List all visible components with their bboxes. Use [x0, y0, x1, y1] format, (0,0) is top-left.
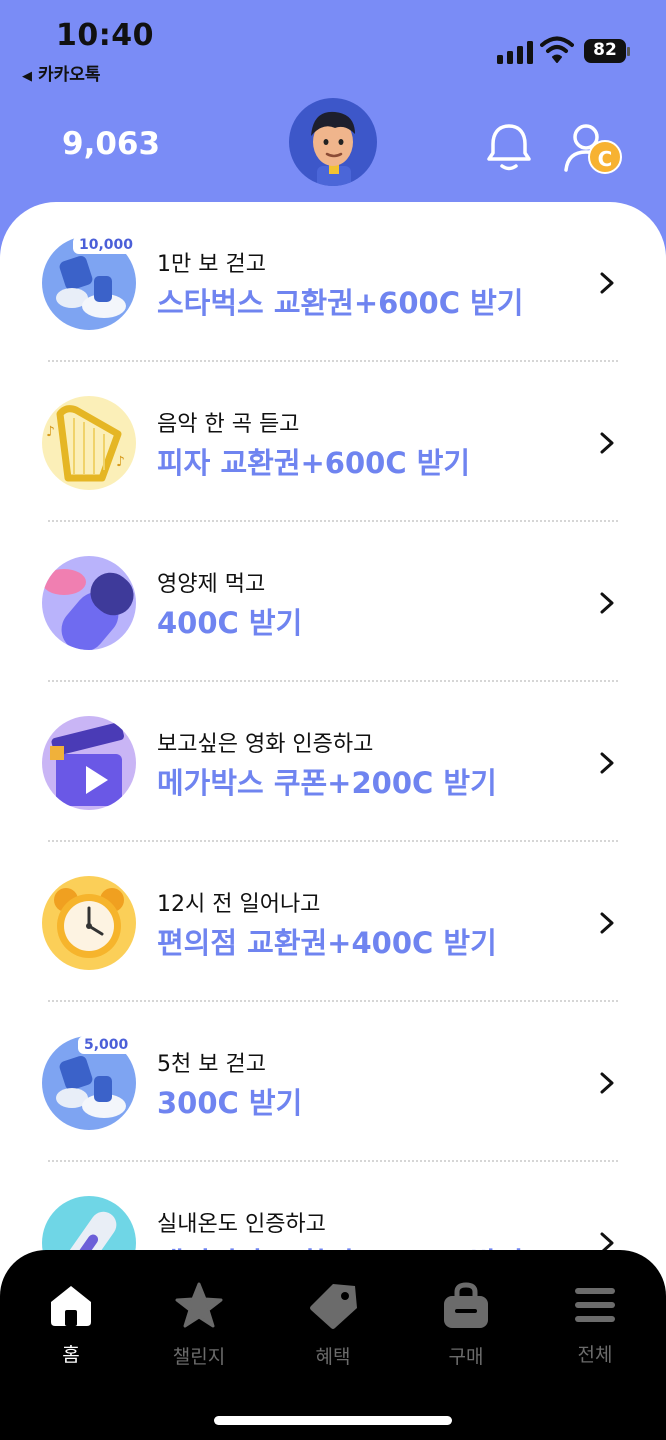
nav-label: 혜택: [315, 1346, 351, 1368]
battery-level: 82: [593, 40, 617, 60]
chevron-right-icon: [600, 592, 614, 614]
alarm-clock-icon: [42, 876, 136, 970]
nav-item-home[interactable]: 홈: [16, 1282, 126, 1367]
home-indicator[interactable]: [214, 1416, 452, 1425]
nav-item-all[interactable]: 전체: [540, 1282, 650, 1367]
step-goal-badge: 10,000: [73, 236, 140, 254]
chevron-right-icon: [600, 752, 614, 774]
chevron-right-icon: [600, 272, 614, 294]
nav-label: 전체: [577, 1344, 613, 1366]
mission-reward: 메가박스 쿠폰+200C 받기: [157, 766, 497, 800]
mission-title: 5천 보 걷고: [157, 1052, 266, 1077]
clapperboard-icon: [42, 716, 136, 810]
step-goal-badge: 5,000: [78, 1036, 135, 1054]
profile-button[interactable]: C: [562, 122, 622, 174]
chevron-right-icon: [600, 912, 614, 934]
mission-title: 1만 보 걷고: [157, 252, 266, 277]
mission-item-wakeup[interactable]: 12시 전 일어나고 편의점 교환권+400C 받기: [0, 842, 666, 1002]
mission-reward: 400C 받기: [157, 606, 303, 640]
svg-text:♪: ♪: [116, 454, 125, 470]
mission-item-walk-10000[interactable]: 10,000 1만 보 걷고 스타벅스 교환권+600C 받기: [0, 202, 666, 362]
mission-item-supplement[interactable]: 영양제 먹고 400C 받기: [0, 522, 666, 682]
nav-label: 구매: [448, 1346, 484, 1368]
chevron-right-icon: [600, 1072, 614, 1094]
status-bar: 10:40 ◀ 카카오톡 82: [0, 0, 666, 90]
back-app-label: 카카오톡: [38, 65, 101, 85]
mission-item-walk-5000[interactable]: 5,000 5천 보 걷고 300C 받기: [0, 1002, 666, 1162]
mission-list: 10,000 1만 보 걷고 스타벅스 교환권+600C 받기 ♪ ♪ 음악 한…: [0, 202, 666, 1302]
home-icon: [51, 1286, 91, 1326]
svg-text:♪: ♪: [46, 424, 55, 440]
mission-title: 영양제 먹고: [157, 572, 266, 597]
coin-badge: C: [588, 140, 622, 174]
cellular-signal-icon: [497, 40, 533, 64]
mission-title: 실내온도 인증하고: [157, 1212, 326, 1237]
nav-item-benefits[interactable]: 혜택: [278, 1282, 388, 1369]
menu-icon: [575, 1288, 615, 1322]
star-icon: [175, 1282, 223, 1328]
mission-item-movie[interactable]: 보고싶은 영화 인증하고 메가박스 쿠폰+200C 받기: [0, 682, 666, 842]
bottom-nav: 홈 챌린지 혜택 구매 전체: [0, 1250, 666, 1440]
nav-item-purchase[interactable]: 구매: [411, 1282, 521, 1369]
shopping-bag-icon: [444, 1282, 488, 1328]
harp-icon: ♪ ♪: [42, 396, 136, 490]
bell-icon[interactable]: [486, 122, 532, 172]
chevron-right-icon: [600, 432, 614, 454]
wifi-icon: [540, 36, 574, 63]
mission-title: 음악 한 곡 듣고: [157, 412, 300, 437]
mission-reward: 피자 교환권+600C 받기: [157, 446, 471, 480]
points-balance[interactable]: 9,063: [62, 126, 160, 162]
back-to-app-link[interactable]: ◀ 카카오톡: [22, 60, 101, 85]
battery-icon: 82: [584, 39, 630, 63]
mission-title: 보고싶은 영화 인증하고: [157, 732, 374, 757]
pill-icon: [42, 556, 136, 650]
mission-reward: 300C 받기: [157, 1086, 303, 1120]
back-arrow-icon: ◀: [22, 69, 32, 84]
mission-item-music[interactable]: ♪ ♪ 음악 한 곡 듣고 피자 교환권+600C 받기: [0, 362, 666, 522]
avatar[interactable]: [289, 98, 377, 186]
nav-item-challenge[interactable]: 챌린지: [144, 1282, 254, 1369]
status-time: 10:40: [56, 18, 154, 53]
avatar-character-icon: [311, 111, 355, 186]
nav-label: 챌린지: [172, 1346, 226, 1368]
mission-reward: 스타벅스 교환권+600C 받기: [157, 286, 524, 320]
mission-title: 12시 전 일어나고: [157, 892, 321, 917]
nav-label: 홈: [62, 1344, 80, 1366]
mission-reward: 편의점 교환권+400C 받기: [157, 926, 497, 960]
tag-icon: [310, 1284, 357, 1329]
